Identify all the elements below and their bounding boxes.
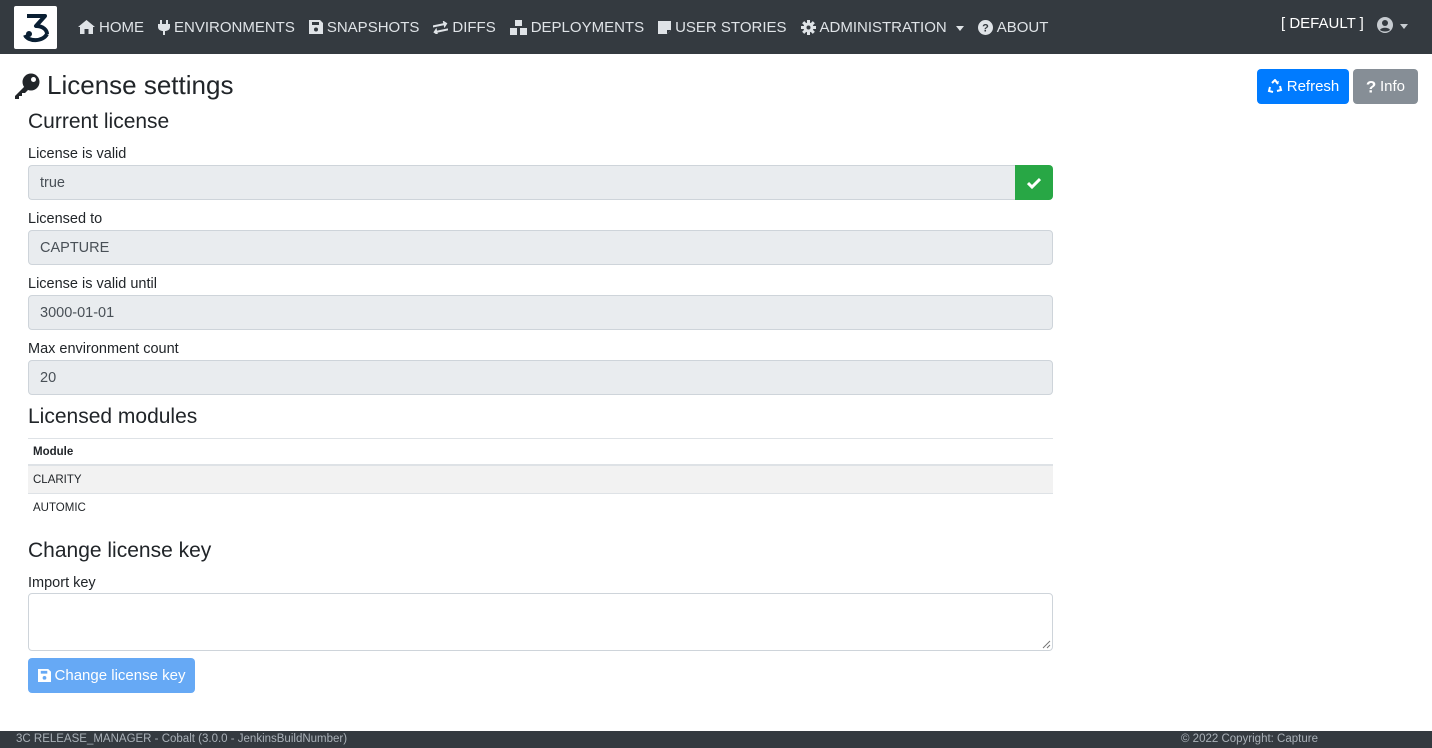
footer: 3C RELEASE_MANAGER - Cobalt (3.0.0 - Jen… [0,731,1432,748]
app-logo[interactable] [14,6,57,49]
nav-deployments-label: DEPLOYMENTS [530,18,645,36]
nav-about[interactable]: ? ABOUT [977,18,1049,36]
svg-text:?: ? [982,22,989,34]
license-valid-label: License is valid [28,146,127,162]
nav-user-stories[interactable]: USER STORIES [658,18,787,36]
chevron-down-icon [955,25,964,31]
nav-administration-label: ADMINISTRATION [819,18,947,36]
nav-environments[interactable]: ENVIRONMENTS [158,19,295,36]
licensed-to-field: CAPTURE [28,230,1053,265]
footer-copyright: © 2022 Copyright: Capture [1181,733,1318,745]
current-license-heading: Current license [28,110,170,133]
cog-icon [800,19,816,35]
license-valid-field: true [28,165,1015,200]
nav-home[interactable]: HOME [78,19,144,36]
tenant-selector[interactable]: [ DEFAULT ] [1281,15,1364,32]
nav-snapshots[interactable]: SNAPSHOTS [308,18,420,36]
nav-user-stories-label: USER STORIES [675,18,787,36]
logo-icon [22,13,49,42]
licensed-to-label: Licensed to [28,211,103,227]
licensed-modules-table: Module CLARITY AUTOMIC [28,438,1053,522]
user-circle-icon [1377,17,1393,33]
column-header-module: Module [33,445,74,458]
info-button-label: Info [1379,78,1406,95]
nav-diffs-label: DIFFS [452,18,496,36]
footer-version: 3C RELEASE_MANAGER - Cobalt (3.0.0 - Jen… [16,733,348,745]
license-valid-indicator [1015,165,1053,200]
nav-deployments[interactable]: DEPLOYMENTS [509,18,645,36]
sticky-note-icon [658,20,672,34]
exchange-icon [433,20,449,34]
page-title: License settings [13,70,233,101]
svg-text:?: ? [1366,79,1376,94]
license-valid-until-field: 3000-01-01 [28,295,1053,330]
refresh-button[interactable]: Refresh [1257,69,1349,104]
home-icon [78,20,95,34]
resize-grip-icon[interactable] [1042,640,1051,649]
nav-diffs[interactable]: DIFFS [433,18,496,36]
refresh-button-label: Refresh [1286,78,1340,95]
question-circle-icon: ? [977,19,993,35]
change-license-key-button[interactable]: Change license key [28,658,195,693]
top-navbar: HOME ENVIRONMENTS SNAPSHOTS DIFFS DEPLOY… [0,0,1432,54]
change-license-key-button-label: Change license key [54,667,186,684]
nav-home-label: HOME [99,18,144,36]
licensed-modules-heading: Licensed modules [28,405,198,428]
question-icon: ? [1366,79,1376,94]
key-icon [15,73,40,99]
import-key-input[interactable] [28,593,1053,651]
module-cell: CLARITY [33,473,82,486]
nav-environments-label: ENVIRONMENTS [174,18,295,36]
table-row: AUTOMIC [28,494,1053,522]
max-environment-count-field: 20 [28,360,1053,395]
recycle-icon [1267,79,1282,93]
user-menu[interactable] [1377,17,1408,33]
change-license-key-heading: Change license key [28,539,212,562]
license-valid-until-label: License is valid until [28,276,157,292]
nav-snapshots-label: SNAPSHOTS [326,18,420,36]
save-icon [37,669,51,682]
table-header: Module [28,438,1053,466]
import-key-label: Import key [28,575,96,591]
info-button[interactable]: ? Info [1353,69,1418,104]
module-cell: AUTOMIC [33,502,86,514]
table-row: CLARITY [28,466,1053,494]
plug-icon [158,19,170,35]
cubes-icon [509,19,527,35]
page-title-text: License settings [47,70,234,100]
save-icon [308,20,323,34]
check-icon [1027,177,1041,189]
max-environment-count-label: Max environment count [28,341,179,357]
chevron-down-icon [1400,23,1408,29]
nav-administration[interactable]: ADMINISTRATION [800,18,964,36]
nav-about-label: ABOUT [996,18,1049,36]
